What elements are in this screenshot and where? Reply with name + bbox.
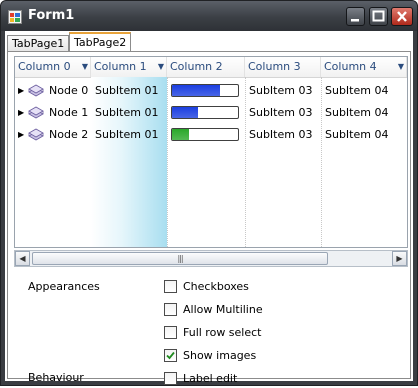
expand-arrow-icon[interactable]: ▶ — [18, 80, 24, 102]
checkbox[interactable] — [164, 303, 177, 316]
progress-fill — [172, 107, 199, 118]
column-label: Column 4 — [324, 60, 377, 73]
cell-node: Node 1 — [49, 106, 89, 119]
maximize-button[interactable] — [369, 7, 388, 26]
cell-subitem-3: SubItem 03 — [249, 106, 313, 119]
column-header-4[interactable]: Column 4 ▼ — [321, 57, 407, 77]
tab-label: TabPage2 — [74, 36, 127, 49]
grip-icon: ||| — [177, 254, 183, 263]
close-icon — [397, 11, 407, 22]
cell-subitem-4: SubItem 04 — [325, 106, 389, 119]
scroll-right-button[interactable]: ▶ — [392, 251, 407, 266]
checkbox-label[interactable]: Allow Multiline — [183, 303, 263, 316]
list-view[interactable]: Column 0 ▼ Column 1 ▼ Column 2 Column 3 — [14, 56, 408, 248]
column-label: Column 3 — [248, 60, 301, 73]
progress-bar — [171, 106, 239, 119]
maximize-icon — [372, 10, 385, 22]
app-icon — [8, 10, 22, 24]
checkbox[interactable] — [164, 326, 177, 339]
column-header-1[interactable]: Column 1 ▼ — [91, 57, 167, 77]
main-window: Form1 TabPage1 TabPage2 Column 0 ▼ Colum… — [0, 0, 418, 386]
checkbox-label[interactable]: Show images — [183, 349, 256, 362]
table-row[interactable]: ▶ Node 2 SubItem 01 SubItem 03 SubItem 0… — [15, 124, 407, 146]
checkmark-icon — [166, 351, 175, 360]
checkbox-label[interactable]: Label edit — [183, 372, 237, 385]
cell-subitem-4: SubItem 04 — [325, 84, 389, 97]
scroll-left-button[interactable]: ◀ — [15, 251, 30, 266]
minimize-button[interactable] — [346, 7, 365, 26]
table-row[interactable]: ▶ Node 0 SubItem 01 SubItem 03 SubItem 0… — [15, 80, 407, 102]
expand-arrow-icon[interactable]: ▶ — [18, 102, 24, 124]
dropdown-arrow-icon[interactable]: ▼ — [82, 57, 88, 77]
column-header-3[interactable]: Column 3 — [245, 57, 321, 77]
checkbox[interactable] — [164, 372, 177, 385]
node-icon — [28, 84, 44, 97]
cell-node: Node 0 — [49, 84, 89, 97]
column-label: Column 0 — [18, 60, 71, 73]
behaviour-label: Behaviour — [28, 371, 84, 384]
checkbox-label[interactable]: Checkboxes — [183, 280, 249, 293]
cell-subitem-1: SubItem 01 — [95, 106, 159, 119]
column-header-0[interactable]: Column 0 ▼ — [15, 57, 91, 77]
window-title: Form1 — [28, 8, 75, 23]
checkbox-label[interactable]: Full row select — [183, 326, 262, 339]
cell-subitem-4: SubItem 04 — [325, 128, 389, 141]
arrow-right-icon: ▶ — [396, 254, 403, 263]
column-header: Column 0 ▼ Column 1 ▼ Column 2 Column 3 — [15, 57, 407, 78]
tab-strip: TabPage1 TabPage2 — [5, 31, 413, 53]
column-label: Column 1 — [94, 60, 147, 73]
appearances-label: Appearances — [28, 280, 100, 293]
node-icon — [28, 128, 44, 141]
scrollbar-thumb[interactable]: ||| — [32, 252, 328, 265]
dropdown-arrow-icon[interactable]: ▼ — [158, 57, 164, 77]
cell-subitem-1: SubItem 01 — [95, 128, 159, 141]
cell-subitem-3: SubItem 03 — [249, 84, 313, 97]
client-area: TabPage1 TabPage2 Column 0 ▼ Column 1 ▼ — [5, 31, 413, 385]
cell-subitem-3: SubItem 03 — [249, 128, 313, 141]
cell-subitem-1: SubItem 01 — [95, 84, 159, 97]
arrow-left-icon: ◀ — [19, 254, 26, 263]
minimize-icon — [351, 19, 359, 22]
table-row[interactable]: ▶ Node 1 SubItem 01 SubItem 03 SubItem 0… — [15, 102, 407, 124]
title-bar[interactable]: Form1 — [1, 1, 417, 31]
progress-fill — [172, 85, 220, 96]
tab-tabpage2[interactable]: TabPage2 — [69, 32, 132, 53]
checkbox[interactable] — [164, 280, 177, 293]
horizontal-scrollbar[interactable]: ◀ ||| ▶ — [14, 250, 408, 267]
tab-page: Column 0 ▼ Column 1 ▼ Column 2 Column 3 — [7, 51, 411, 385]
progress-bar — [171, 84, 239, 97]
node-icon — [28, 106, 44, 119]
column-label: Column 2 — [170, 60, 223, 73]
checkbox[interactable] — [164, 349, 177, 362]
cell-node: Node 2 — [49, 128, 89, 141]
dropdown-arrow-icon[interactable]: ▼ — [398, 57, 404, 77]
close-button[interactable] — [391, 7, 413, 26]
progress-bar — [171, 128, 239, 141]
expand-arrow-icon[interactable]: ▶ — [18, 124, 24, 146]
tab-label: TabPage1 — [12, 37, 65, 50]
progress-fill — [172, 129, 189, 140]
column-header-2[interactable]: Column 2 — [167, 57, 245, 77]
